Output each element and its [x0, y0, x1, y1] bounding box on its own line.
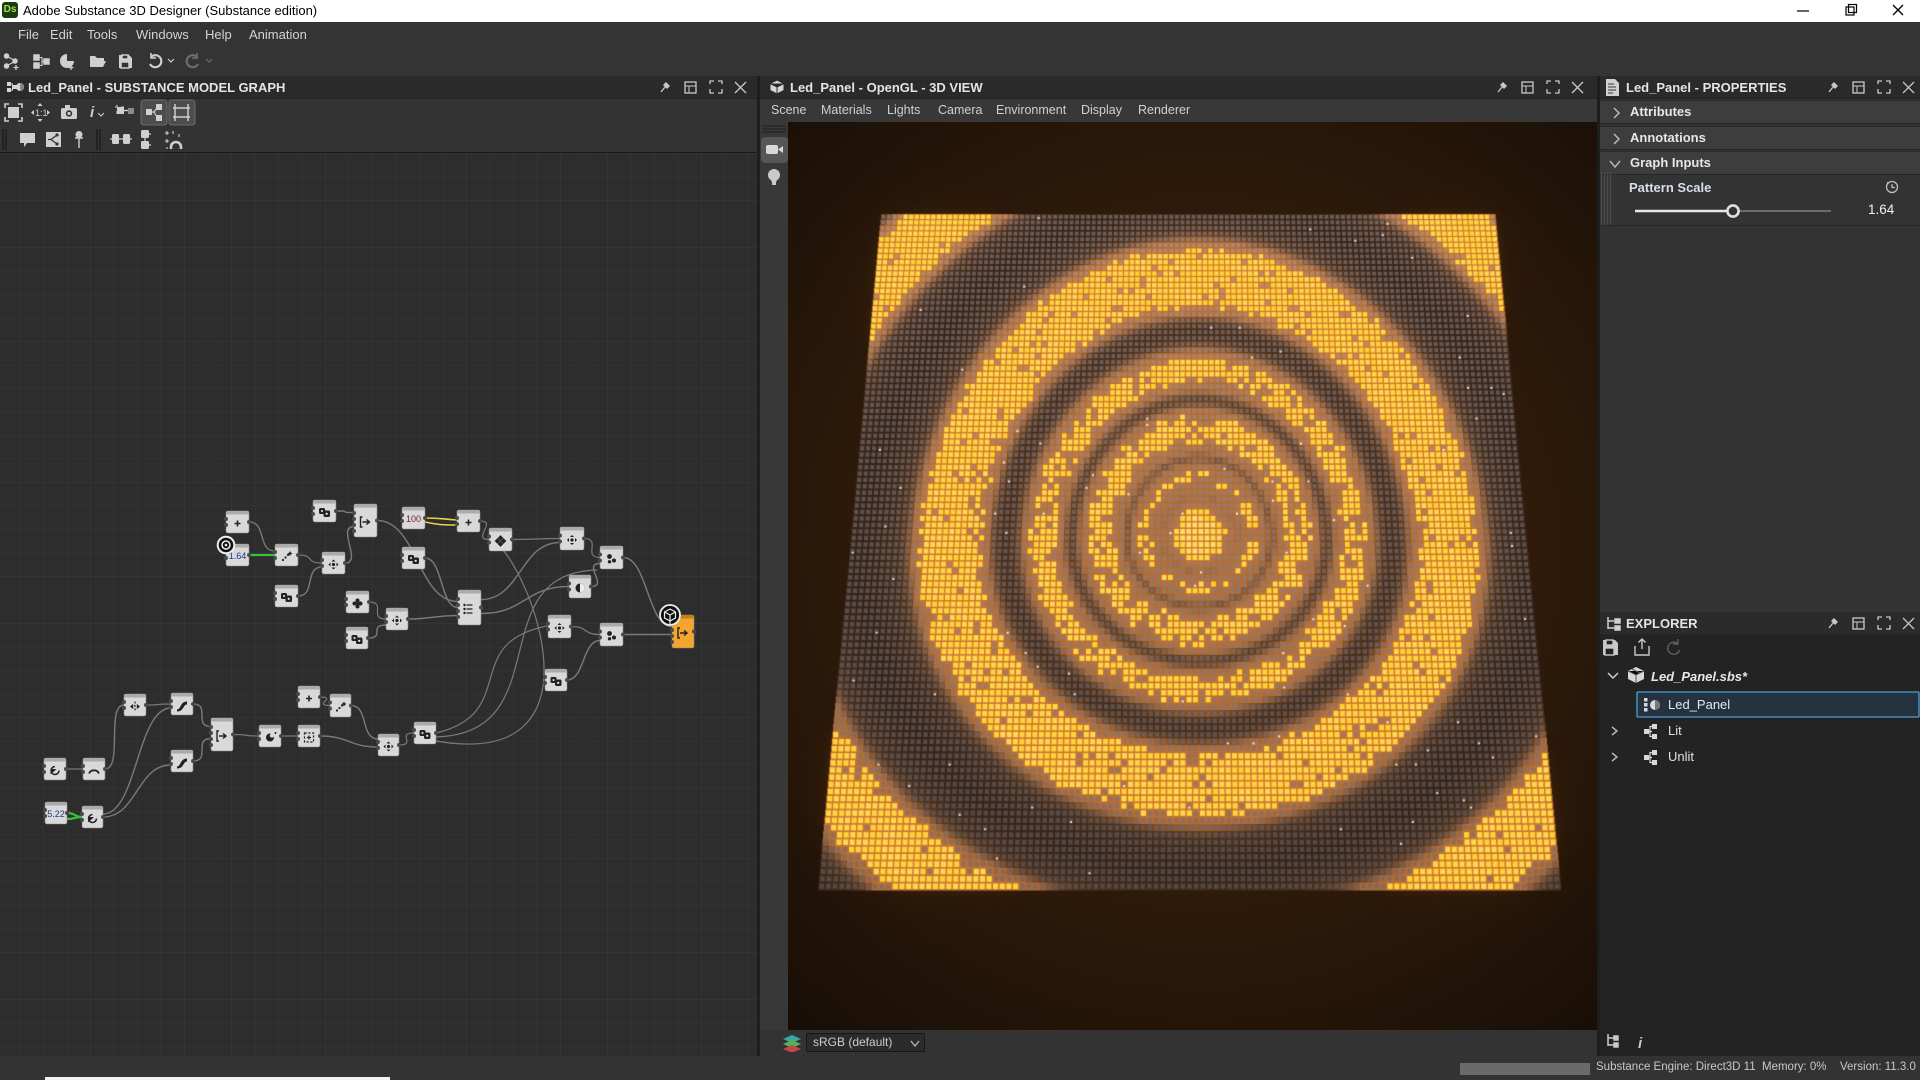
- svg-text:i: i: [1638, 1035, 1643, 1052]
- svg-text:Led_Panel: Led_Panel: [1668, 697, 1730, 712]
- svg-text:i: i: [90, 104, 95, 121]
- svg-text:1:1: 1:1: [35, 108, 48, 118]
- svg-text:Lit: Lit: [1668, 723, 1682, 738]
- svg-text:100: 100: [406, 514, 421, 524]
- svg-text:Led_Panel.sbs*: Led_Panel.sbs*: [1651, 669, 1748, 684]
- svg-text:Unlit: Unlit: [1668, 749, 1694, 764]
- svg-text:5.22: 5.22: [47, 809, 65, 819]
